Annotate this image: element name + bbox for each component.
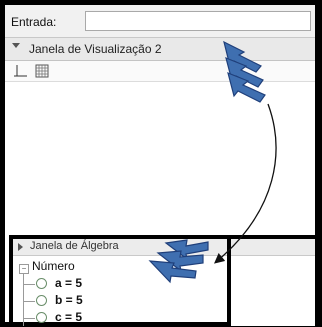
list-item[interactable]: a = 5 bbox=[23, 276, 223, 292]
algebra-view-panel: Janela de Álgebra − Número a = 5 b = 5 c… bbox=[9, 235, 231, 326]
graphics-view-toolbar bbox=[5, 61, 315, 82]
collapse-triangle-icon[interactable] bbox=[12, 43, 20, 48]
axes-icon[interactable] bbox=[13, 63, 29, 79]
visibility-toggle-icon[interactable] bbox=[36, 295, 47, 306]
input-bar: Entrada: bbox=[5, 5, 315, 38]
algebra-view-title: Janela de Álgebra bbox=[30, 240, 119, 252]
input-label: Entrada: bbox=[11, 15, 57, 29]
expand-triangle-icon[interactable] bbox=[18, 243, 23, 251]
list-item[interactable]: c = 5 bbox=[23, 310, 223, 326]
list-item[interactable]: b = 5 bbox=[23, 293, 223, 309]
visibility-toggle-icon[interactable] bbox=[36, 278, 47, 289]
graphics-view-header[interactable]: Janela de Visualização 2 bbox=[5, 38, 315, 61]
algebra-tree: − Número a = 5 b = 5 c = 5 bbox=[13, 256, 227, 326]
item-label: a = 5 bbox=[55, 276, 83, 290]
graphics-view-canvas[interactable] bbox=[5, 82, 315, 235]
grid-icon[interactable] bbox=[34, 63, 50, 79]
tree-branch bbox=[23, 284, 35, 285]
graphics-view-title: Janela de Visualização 2 bbox=[29, 42, 162, 56]
item-label: b = 5 bbox=[55, 293, 83, 307]
input-field[interactable] bbox=[85, 11, 311, 31]
item-label: c = 5 bbox=[55, 310, 83, 324]
tree-group-label: Número bbox=[32, 259, 75, 273]
secondary-panel bbox=[231, 235, 315, 326]
tree-branch bbox=[23, 301, 35, 302]
algebra-view-header[interactable]: Janela de Álgebra bbox=[13, 239, 227, 256]
secondary-panel-header bbox=[231, 239, 315, 256]
window-frame-right bbox=[315, 0, 322, 327]
visibility-toggle-icon[interactable] bbox=[36, 312, 47, 323]
collapse-minus-icon[interactable]: − bbox=[19, 264, 29, 274]
tree-branch bbox=[23, 318, 35, 319]
